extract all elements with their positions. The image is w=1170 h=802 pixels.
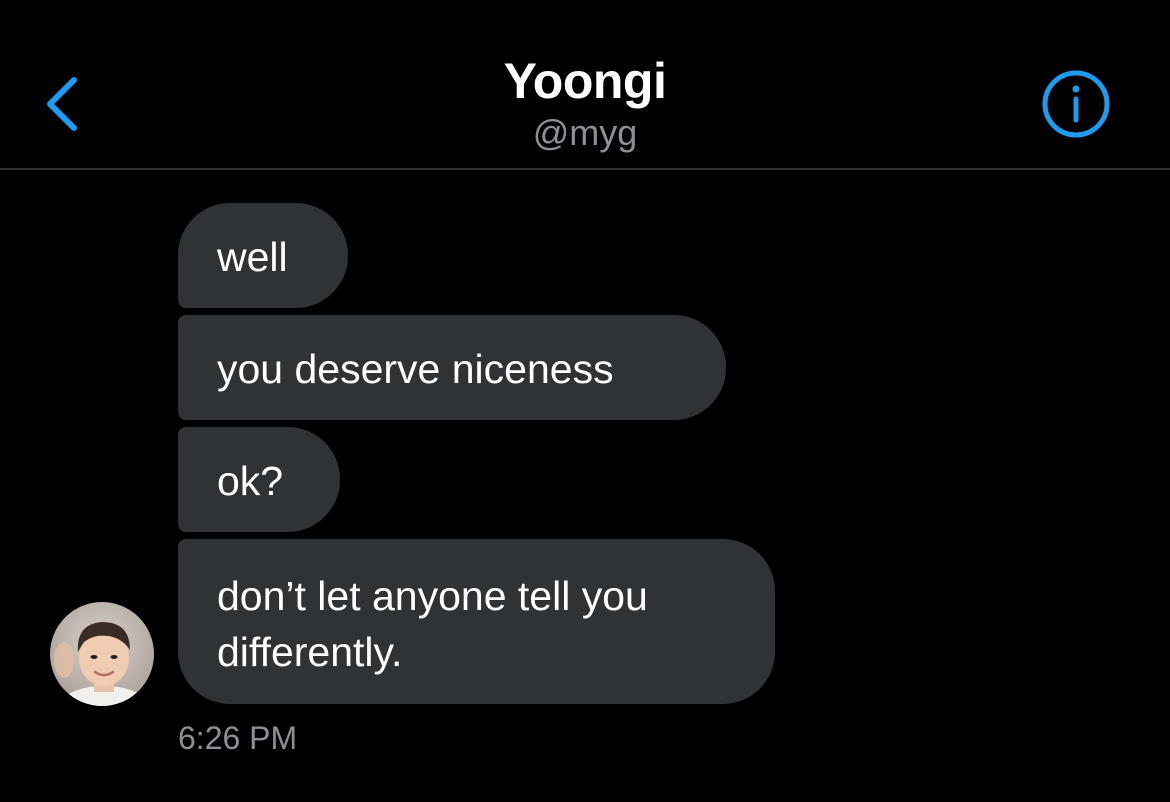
- message-bubble[interactable]: don’t let anyone tell you differently.: [178, 539, 775, 704]
- message-text: you deserve niceness: [217, 346, 614, 392]
- avatar[interactable]: [50, 602, 154, 706]
- conversation-handle[interactable]: @myg: [0, 112, 1170, 154]
- message-bubble[interactable]: well: [178, 203, 348, 308]
- message-text: well: [217, 234, 288, 280]
- message-timestamp: 6:26 PM: [178, 720, 298, 756]
- info-circle-icon: [1042, 70, 1110, 138]
- avatar-photo: [50, 602, 154, 706]
- info-button[interactable]: [1040, 68, 1112, 140]
- message-text: don’t let anyone tell you differently.: [217, 573, 648, 675]
- message-bubble[interactable]: you deserve niceness: [178, 315, 726, 420]
- message-text: ok?: [217, 458, 284, 504]
- conversation-header: Yoongi @myg: [0, 0, 1170, 170]
- conversation-title[interactable]: Yoongi: [0, 52, 1170, 110]
- message-bubble[interactable]: ok?: [178, 427, 340, 532]
